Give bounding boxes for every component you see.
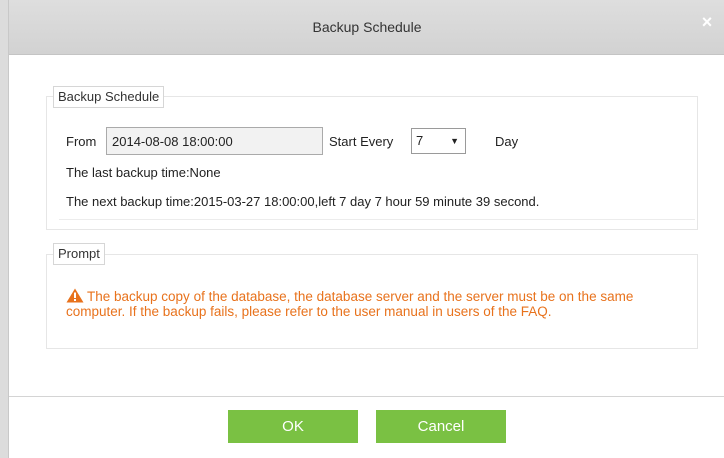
from-datetime-input[interactable] xyxy=(106,127,323,155)
prompt-group-label: Prompt xyxy=(53,243,105,265)
from-label: From xyxy=(66,134,97,149)
close-icon[interactable]: × xyxy=(699,13,715,31)
interval-unit-label: Day xyxy=(495,134,519,149)
ok-button[interactable]: OK xyxy=(228,410,358,443)
prompt-message-block: The backup copy of the database, the dat… xyxy=(66,288,686,319)
dialog-title: Backup Schedule xyxy=(312,19,422,35)
start-every-label: Start Every xyxy=(329,134,394,149)
warning-icon xyxy=(66,288,84,303)
prompt-message: The backup copy of the database, the dat… xyxy=(66,289,634,319)
next-backup-text: The next backup time:2015-03-27 18:00:00… xyxy=(66,194,540,209)
schedule-group xyxy=(46,96,698,230)
interval-select[interactable]: 7 ▼ xyxy=(411,128,466,154)
schedule-divider xyxy=(59,219,695,220)
backup-schedule-dialog: Backup Schedule × Backup Schedule From S… xyxy=(8,0,724,458)
dialog-titlebar: Backup Schedule × xyxy=(9,0,724,55)
cancel-button[interactable]: Cancel xyxy=(376,410,506,443)
interval-select-value: 7 xyxy=(416,133,424,148)
footer-divider xyxy=(9,396,724,397)
chevron-down-icon: ▼ xyxy=(450,136,459,146)
last-backup-text: The last backup time:None xyxy=(66,165,221,180)
schedule-group-label: Backup Schedule xyxy=(53,86,165,108)
